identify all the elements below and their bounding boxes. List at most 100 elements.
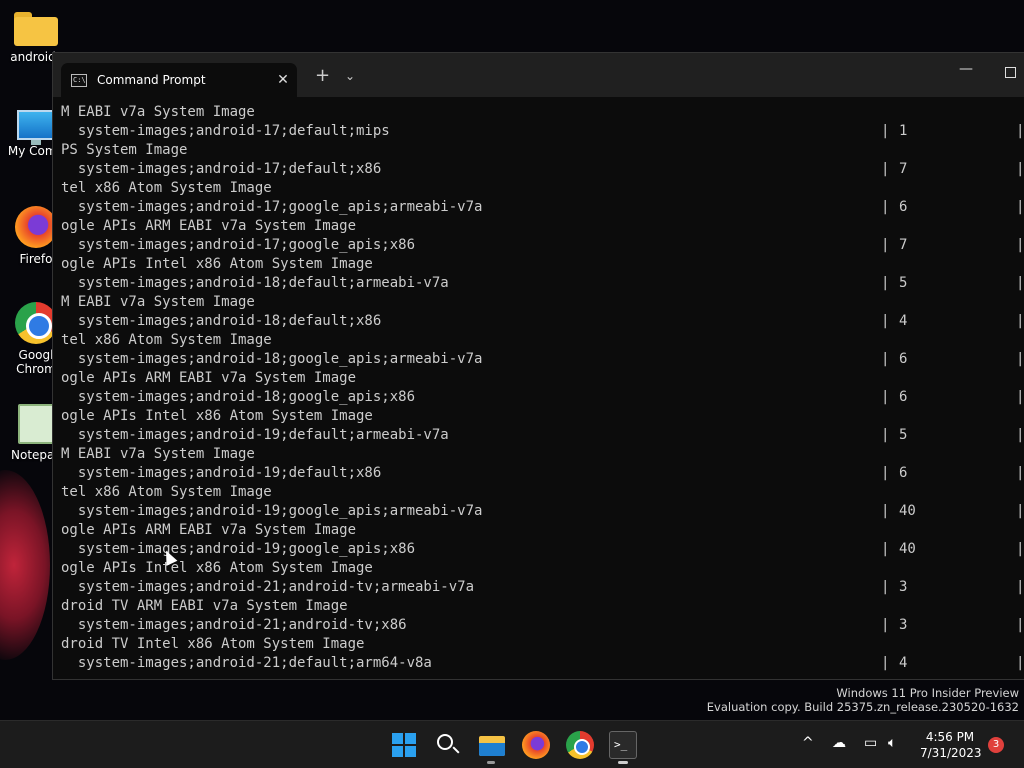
console-line: tel x86 Atom System Image — [61, 331, 1024, 350]
console-line: system-images;android-17;default;mips | 1 | — [61, 122, 1024, 141]
column-separator: | — [881, 275, 890, 291]
console-line-text: droid TV ARM EABI v7a System Image — [61, 598, 348, 614]
console-line: system-images;android-17;google_apis;x86… — [61, 236, 1024, 255]
column-separator: | — [881, 541, 890, 557]
maximize-button[interactable] — [1005, 67, 1016, 78]
column-separator: | — [881, 351, 890, 367]
column-separator: | — [881, 389, 890, 405]
column-separator: | — [1016, 655, 1024, 671]
console-line-text: ogle APIs ARM EABI v7a System Image — [61, 218, 357, 234]
console-line: PS System Image — [61, 141, 1024, 160]
console-line-text: ogle APIs ARM EABI v7a System Image — [61, 522, 357, 538]
column-separator: | — [1016, 503, 1024, 519]
column-separator: | — [1016, 427, 1024, 443]
new-tab-button[interactable]: + — [315, 67, 330, 85]
console-line: ogle APIs ARM EABI v7a System Image — [61, 369, 1024, 388]
console-line: system-images;android-18;default;x86 | 4 | — [61, 312, 1024, 331]
network-icon[interactable]: ▭ — [864, 735, 877, 751]
package-version: 4 — [899, 655, 908, 671]
console-output[interactable]: M EABI v7a System Image system-images;an… — [61, 103, 1024, 675]
console-line: system-images;android-18;google_apis;x86… — [61, 388, 1024, 407]
column-separator: | — [881, 465, 890, 481]
title-bar[interactable]: C:\ Command Prompt ✕ + ⌄ — — [53, 53, 1024, 97]
console-line: system-images;android-19;google_apis;x86… — [61, 540, 1024, 559]
column-separator: | — [1016, 237, 1024, 253]
column-separator: | — [1016, 313, 1024, 329]
package-path: system-images;android-19;default;armeabi… — [61, 427, 449, 443]
package-path: system-images;android-18;default;armeabi… — [61, 275, 449, 291]
package-version: 5 — [899, 275, 908, 291]
notification-badge[interactable]: 3 — [988, 737, 1004, 753]
package-version: 4 — [899, 313, 908, 329]
computer-icon — [17, 110, 55, 145]
close-tab-icon[interactable]: ✕ — [269, 72, 297, 88]
tray-chevron-icon[interactable]: ^ — [802, 735, 814, 751]
firefox-taskbar-button[interactable] — [522, 731, 550, 759]
package-version: 7 — [899, 237, 908, 253]
console-line: droid TV Intel x86 Atom System Image — [61, 635, 1024, 654]
windows-logo-icon-part — [405, 746, 416, 757]
package-version: 5 — [899, 427, 908, 443]
wallpaper-glow — [0, 470, 50, 660]
search-button[interactable] — [434, 731, 462, 759]
clock-date: 7/31/2023 — [920, 746, 982, 760]
package-path: system-images;android-21;android-tv;arme… — [61, 579, 475, 595]
console-line: ogle APIs ARM EABI v7a System Image — [61, 217, 1024, 236]
console-line: droid TV ARM EABI v7a System Image — [61, 597, 1024, 616]
package-version: 3 — [899, 579, 908, 595]
file-explorer-button[interactable] — [478, 731, 506, 759]
watermark-line2: Evaluation copy. Build 25375.zn_release.… — [706, 700, 1019, 714]
package-path: system-images;android-18;google_apis;x86 — [61, 389, 416, 405]
console-line-text: M EABI v7a System Image — [61, 294, 255, 310]
console-line: ogle APIs ARM EABI v7a System Image — [61, 521, 1024, 540]
package-version: 40 — [899, 503, 916, 519]
column-separator: | — [881, 655, 890, 671]
console-line: system-images;android-18;default;armeabi… — [61, 274, 1024, 293]
minimize-button[interactable]: — — [959, 61, 973, 77]
running-indicator — [618, 761, 628, 764]
package-version: 6 — [899, 351, 908, 367]
console-line: system-images;android-21;android-tv;arme… — [61, 578, 1024, 597]
onedrive-icon[interactable]: ☁ — [832, 735, 846, 751]
volume-icon[interactable]: 🔈︎ — [888, 735, 896, 751]
column-separator: | — [881, 427, 890, 443]
package-path: system-images;android-18;default;x86 — [61, 313, 382, 329]
windows-logo-icon — [392, 733, 403, 744]
terminal-taskbar-button[interactable]: >_ — [609, 731, 637, 759]
column-separator: | — [1016, 351, 1024, 367]
chrome-taskbar-button[interactable] — [566, 731, 594, 759]
console-line: M EABI v7a System Image — [61, 103, 1024, 122]
console-line: system-images;android-21;android-tv;x86 |… — [61, 616, 1024, 635]
console-line-text: M EABI v7a System Image — [61, 104, 255, 120]
chevron-down-icon[interactable]: ⌄ — [345, 69, 355, 83]
windows-logo-icon-part — [392, 746, 403, 757]
package-version: 3 — [899, 617, 908, 633]
console-line-text: tel x86 Atom System Image — [61, 180, 272, 196]
console-line: M EABI v7a System Image — [61, 445, 1024, 464]
notepad-icon — [18, 404, 54, 444]
package-path: system-images;android-17;default;mips — [61, 123, 390, 139]
console-line: system-images;android-21;default;arm64-v… — [61, 654, 1024, 673]
package-path: system-images;android-17;google_apis;x86 — [61, 237, 416, 253]
column-separator: | — [881, 199, 890, 215]
console-line-text: ogle APIs Intel x86 Atom System Image — [61, 408, 373, 424]
package-version: 7 — [899, 161, 908, 177]
terminal-window[interactable]: C:\ Command Prompt ✕ + ⌄ — M EABI v7a Sy… — [52, 52, 1024, 680]
tab-title: Command Prompt — [97, 73, 206, 87]
column-separator: | — [1016, 617, 1024, 633]
package-version: 6 — [899, 465, 908, 481]
windows-logo-icon-part — [405, 733, 416, 744]
package-version: 6 — [899, 389, 908, 405]
console-line: tel x86 Atom System Image — [61, 179, 1024, 198]
firefox-icon — [15, 206, 57, 248]
start-button[interactable] — [390, 731, 418, 759]
console-line-text: droid TV Intel x86 Atom System Image — [61, 636, 365, 652]
search-icon-handle — [452, 746, 460, 754]
tab-command-prompt[interactable]: C:\ Command Prompt ✕ — [61, 63, 297, 97]
package-path: system-images;android-21;android-tv;x86 — [61, 617, 407, 633]
package-version: 6 — [899, 199, 908, 215]
search-icon — [437, 734, 453, 750]
console-line: tel x86 Atom System Image — [61, 483, 1024, 502]
console-line: system-images;android-17;google_apis;arm… — [61, 198, 1024, 217]
taskbar-clock[interactable]: 4:56 PM 7/31/2023 — [920, 729, 982, 761]
